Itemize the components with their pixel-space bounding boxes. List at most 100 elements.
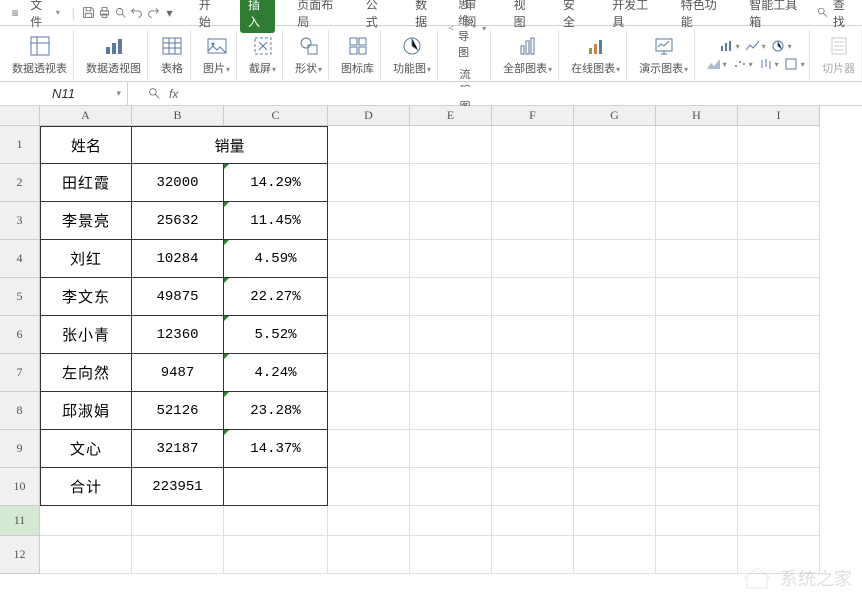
cell[interactable] — [738, 202, 820, 240]
cell[interactable] — [656, 354, 738, 392]
spark-pie-icon[interactable]: ▾ — [770, 37, 792, 55]
cell[interactable] — [738, 126, 820, 164]
cell[interactable] — [574, 126, 656, 164]
cell-value[interactable]: 32187 — [132, 430, 224, 468]
cell[interactable] — [738, 506, 820, 536]
cell[interactable] — [574, 164, 656, 202]
rib-icon-lib[interactable]: 图标库 — [335, 30, 381, 80]
cell[interactable] — [328, 430, 410, 468]
cell[interactable] — [132, 506, 224, 536]
cell[interactable] — [656, 430, 738, 468]
cell[interactable] — [492, 164, 574, 202]
cell-percent[interactable]: 14.37% — [224, 430, 328, 468]
rib-pivot-table[interactable]: 数据透视表 — [6, 30, 74, 80]
cell-value[interactable]: 9487 — [132, 354, 224, 392]
cell[interactable] — [410, 468, 492, 506]
cell[interactable] — [132, 536, 224, 574]
cell[interactable] — [328, 278, 410, 316]
cell[interactable] — [40, 506, 132, 536]
rib-pivot-chart[interactable]: 数据透视图 — [80, 30, 148, 80]
rib-slicer[interactable]: 切片器 — [816, 30, 862, 80]
cell[interactable] — [574, 468, 656, 506]
cell[interactable] — [328, 202, 410, 240]
cell-name[interactable]: 李文东 — [40, 278, 132, 316]
cell[interactable] — [328, 468, 410, 506]
tab-security[interactable]: 安全 — [555, 0, 590, 33]
row-header[interactable]: 5 — [0, 278, 40, 316]
save-icon[interactable] — [81, 5, 95, 21]
formula-input[interactable] — [186, 87, 862, 101]
preview-icon[interactable] — [114, 5, 128, 21]
cell[interactable] — [328, 316, 410, 354]
tab-smarttools[interactable]: 智能工具箱 — [741, 0, 805, 33]
cell[interactable] — [574, 392, 656, 430]
cell[interactable] — [738, 354, 820, 392]
cell[interactable] — [328, 126, 410, 164]
undo-icon[interactable] — [130, 5, 144, 21]
cell[interactable] — [328, 536, 410, 574]
cell[interactable] — [738, 240, 820, 278]
cell-sales-header[interactable]: 销量 — [132, 126, 328, 164]
cell[interactable] — [328, 506, 410, 536]
cell[interactable] — [492, 468, 574, 506]
cell[interactable] — [656, 278, 738, 316]
cell[interactable] — [492, 316, 574, 354]
cell[interactable] — [574, 316, 656, 354]
cell[interactable] — [492, 202, 574, 240]
cell[interactable] — [410, 278, 492, 316]
cell[interactable] — [492, 354, 574, 392]
cell[interactable] — [574, 354, 656, 392]
row-header[interactable]: 8 — [0, 392, 40, 430]
cell[interactable] — [574, 202, 656, 240]
rib-funcchart[interactable]: 功能图▾ — [387, 30, 438, 80]
cell-total-sum[interactable]: 223951 — [132, 468, 224, 506]
row-header[interactable]: 9 — [0, 430, 40, 468]
cell-value[interactable]: 25632 — [132, 202, 224, 240]
cell[interactable] — [574, 240, 656, 278]
col-header-A[interactable]: A — [40, 106, 132, 126]
rib-screenshot[interactable]: 截屏▾ — [243, 30, 283, 80]
row-header[interactable]: 6 — [0, 316, 40, 354]
cell[interactable] — [656, 506, 738, 536]
tab-devtools[interactable]: 开发工具 — [604, 0, 659, 33]
cell[interactable] — [410, 536, 492, 574]
cell[interactable] — [656, 126, 738, 164]
cell[interactable] — [410, 240, 492, 278]
tab-view[interactable]: 视图 — [506, 0, 541, 33]
row-header[interactable]: 12 — [0, 536, 40, 574]
cell[interactable] — [574, 430, 656, 468]
cell-percent[interactable]: 4.24% — [224, 354, 328, 392]
cell[interactable] — [492, 430, 574, 468]
row-header[interactable]: 11 — [0, 506, 40, 536]
cell[interactable] — [574, 536, 656, 574]
col-header-F[interactable]: F — [492, 106, 574, 126]
cell[interactable] — [410, 316, 492, 354]
cell[interactable] — [328, 240, 410, 278]
cell[interactable] — [410, 354, 492, 392]
name-box[interactable]: N11 ▾ — [0, 82, 128, 105]
cell-value[interactable]: 52126 — [132, 392, 224, 430]
cell-value[interactable]: 12360 — [132, 316, 224, 354]
cell[interactable] — [410, 392, 492, 430]
cell[interactable] — [656, 392, 738, 430]
spark-scatter-icon[interactable]: ▾ — [731, 55, 753, 73]
cell[interactable] — [224, 536, 328, 574]
cell[interactable] — [738, 164, 820, 202]
tab-features[interactable]: 特色功能 — [673, 0, 728, 33]
cell-name[interactable]: 张小青 — [40, 316, 132, 354]
cell-name[interactable]: 邱淑娟 — [40, 392, 132, 430]
col-header-D[interactable]: D — [328, 106, 410, 126]
col-header-C[interactable]: C — [224, 106, 328, 126]
cell-percent[interactable]: 4.59% — [224, 240, 328, 278]
dropdown-icon[interactable]: ▾ — [162, 5, 176, 21]
rib-shapes[interactable]: 形状▾ — [289, 30, 329, 80]
fx-icon[interactable]: fx — [169, 87, 178, 101]
mindmap-button[interactable]: 思维导图▾ — [448, 0, 486, 60]
rib-presentcharts[interactable]: 演示图表▾ — [633, 30, 695, 80]
cell[interactable] — [492, 278, 574, 316]
row-header[interactable]: 4 — [0, 240, 40, 278]
cell[interactable] — [656, 536, 738, 574]
row-header[interactable]: 10 — [0, 468, 40, 506]
cell[interactable] — [328, 392, 410, 430]
cell-name[interactable]: 左向然 — [40, 354, 132, 392]
